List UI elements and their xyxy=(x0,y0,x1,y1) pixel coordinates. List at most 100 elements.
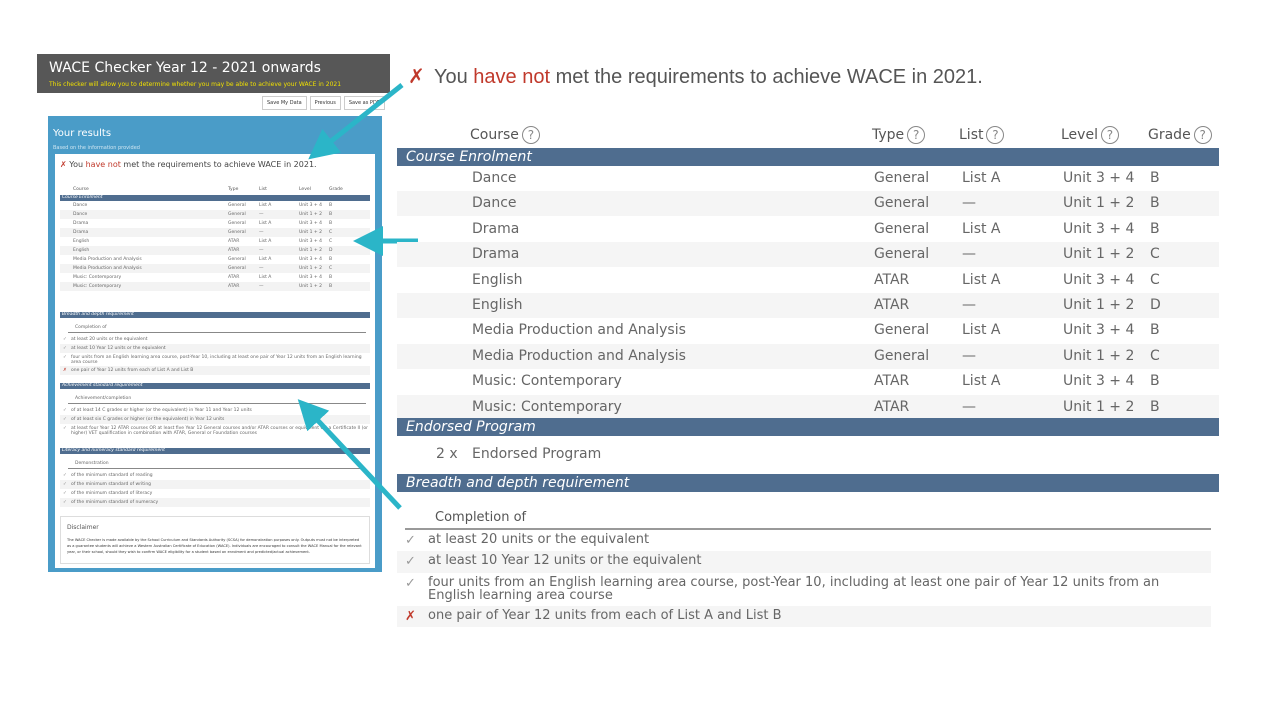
course-row: Dance General — Unit 1 + 2 B xyxy=(397,191,1219,217)
course-list: — xyxy=(962,246,976,263)
thumbnail-course-row: Drama General — Unit 1 + 2 C xyxy=(60,228,370,237)
thumbnail-disclaimer: Disclaimer The WACE Checker is made avai… xyxy=(60,516,370,564)
thumbnail-cell: B xyxy=(329,221,333,226)
results-content: ✗ You have not met the requirements to a… xyxy=(55,154,375,568)
course-type: ATAR xyxy=(874,398,910,415)
thumbnail-cell: English xyxy=(73,248,90,253)
th-level: Level xyxy=(299,187,311,192)
check-icon: ✓ xyxy=(63,500,67,505)
help-icon[interactable]: ? xyxy=(907,126,926,144)
thumbnail-cell: General xyxy=(228,257,246,262)
thumbnail-cell: General xyxy=(228,203,246,208)
course-list: List A xyxy=(962,220,1001,237)
header-type: Type ? xyxy=(872,126,926,144)
help-icon[interactable]: ? xyxy=(1193,126,1212,144)
results-title: Your results xyxy=(53,128,112,139)
course-name: Drama xyxy=(472,220,520,237)
thumbnail-cell: Unit 3 + 4 xyxy=(299,203,322,208)
thumbnail-cell: B xyxy=(329,275,333,280)
course-level: Unit 3 + 4 xyxy=(1063,322,1135,339)
course-grade: B xyxy=(1150,322,1160,339)
course-list: List A xyxy=(962,373,1001,390)
course-name: English xyxy=(472,271,523,288)
requirement-text: at least 10 Year 12 units or the equival… xyxy=(428,553,702,568)
disclaimer-title: Disclaimer xyxy=(67,524,99,531)
thumbnail-requirement-item: ✓ of the minimum standard of numeracy xyxy=(60,498,370,507)
course-name: English xyxy=(472,297,523,313)
thumbnail-toolbar: Save My Data Previous Save as PDF xyxy=(262,96,385,110)
thumbnail-course-row: English ATAR List A Unit 3 + 4 C xyxy=(60,237,370,246)
thumbnail-course-row: Media Production and Analysis General List… xyxy=(60,255,370,264)
header-level-label: Level xyxy=(1061,127,1098,143)
check-icon: ✓ xyxy=(405,533,416,548)
check-icon: ✓ xyxy=(63,337,67,342)
course-type: General xyxy=(874,322,930,339)
disclaimer-text: The WACE Checker is made available by th… xyxy=(67,538,362,554)
endorsed-name: Endorsed Program xyxy=(472,446,602,462)
thumbnail-cell: Media Production and Analysis xyxy=(73,266,142,271)
course-row: Dance General List A Unit 3 + 4 B xyxy=(397,166,1219,191)
header-type-label: Type xyxy=(872,127,905,143)
results-subtitle: Based on the information provided xyxy=(53,145,140,151)
thumbnail-cell: D xyxy=(329,248,333,253)
course-level: Unit 1 + 2 xyxy=(1063,398,1135,415)
thumbnail-requirement-text: four units from an English learning area… xyxy=(71,355,362,365)
thumbnail-literacy-bar: Literacy and numeracy standard requireme… xyxy=(60,448,370,454)
previous-button[interactable]: Previous xyxy=(309,96,341,110)
check-icon: ✓ xyxy=(63,408,67,413)
thumbnail-cell: ATAR xyxy=(228,248,240,253)
thumbnail-requirement-text: of the minimum standard of numeracy xyxy=(71,500,159,505)
thumbnail-requirement-item: ✗ one pair of Year 12 units from each of … xyxy=(60,366,370,375)
check-icon: ✓ xyxy=(63,426,67,431)
thumbnail-requirement-item: ✓ of the minimum standard of reading xyxy=(60,471,370,480)
check-icon: ✓ xyxy=(405,576,416,591)
thumbnail-cell: List A xyxy=(259,257,272,262)
endorsed-program-bar: Endorsed Program xyxy=(397,418,1219,436)
thumbnail-cell: List A xyxy=(259,275,272,280)
course-name: Drama xyxy=(472,246,520,263)
thumbnail-cell: ATAR xyxy=(228,275,240,280)
course-level: Unit 1 + 2 xyxy=(1063,297,1135,313)
endorsed-program-row: 2 x Endorsed Program xyxy=(397,444,1219,466)
course-grade: B xyxy=(1150,195,1160,212)
thumbnail-cell: — xyxy=(259,230,264,235)
course-enrolment-bar: Course Enrolment xyxy=(397,148,1219,166)
thumbnail-requirement-item: ✓ of the minimum standard of literacy xyxy=(60,489,370,498)
save-as-pdf-button[interactable]: Save as PDF xyxy=(343,96,385,110)
thumbnail-cell: Unit 3 + 4 xyxy=(299,257,322,262)
course-type: ATAR xyxy=(874,373,910,390)
status-prefix: You xyxy=(69,160,84,169)
thumbnail-requirement-item: ✓ at least 10 Year 12 units or the equiva… xyxy=(60,344,370,353)
th-grade: Grade xyxy=(329,187,343,192)
thumbnail-cell: B xyxy=(329,284,333,289)
thumbnail-course-row: Dance General List A Unit 3 + 4 B xyxy=(60,201,370,210)
header-level: Level ? xyxy=(1061,126,1119,144)
thumbnail-requirement-item: ✓ four units from an English learning are… xyxy=(60,353,370,366)
thumbnail-requirement-text: at least four Year 12 ATAR courses OR at… xyxy=(71,426,368,436)
course-list: — xyxy=(962,347,976,364)
header-course: Course ? xyxy=(470,126,540,144)
thumbnail-cell: ATAR xyxy=(228,239,240,244)
cross-icon: ✗ xyxy=(63,368,67,373)
thumbnail-cell: Dance xyxy=(73,212,88,217)
save-my-data-button[interactable]: Save My Data xyxy=(262,96,307,110)
course-name: Dance xyxy=(472,195,517,212)
course-row: Drama General — Unit 1 + 2 C xyxy=(397,242,1219,268)
thumbnail-cell: General xyxy=(228,230,246,235)
help-icon[interactable]: ? xyxy=(521,126,540,144)
thumbnail-requirement-text: of the minimum standard of writing xyxy=(71,482,152,487)
course-list: List A xyxy=(962,271,1001,288)
check-icon: ✓ xyxy=(63,482,67,487)
course-level: Unit 3 + 4 xyxy=(1063,220,1135,237)
course-name: Music: Contemporary xyxy=(472,373,622,390)
cross-icon: ✗ xyxy=(405,609,416,624)
breadth-depth-bar: Breadth and depth requirement xyxy=(397,474,1219,492)
thumbnail-course-row: Music: Contemporary ATAR List A Unit 3 + 4 B xyxy=(60,273,370,282)
help-icon[interactable]: ? xyxy=(1100,126,1119,144)
help-icon[interactable]: ? xyxy=(986,126,1005,144)
course-level: Unit 3 + 4 xyxy=(1063,271,1135,288)
thumbnail-cell: Media Production and Analysis xyxy=(73,257,142,262)
course-row: English ATAR — Unit 1 + 2 D xyxy=(397,293,1219,318)
requirement-text: at least 20 units or the equivalent xyxy=(428,532,650,547)
course-list: List A xyxy=(962,170,1001,186)
